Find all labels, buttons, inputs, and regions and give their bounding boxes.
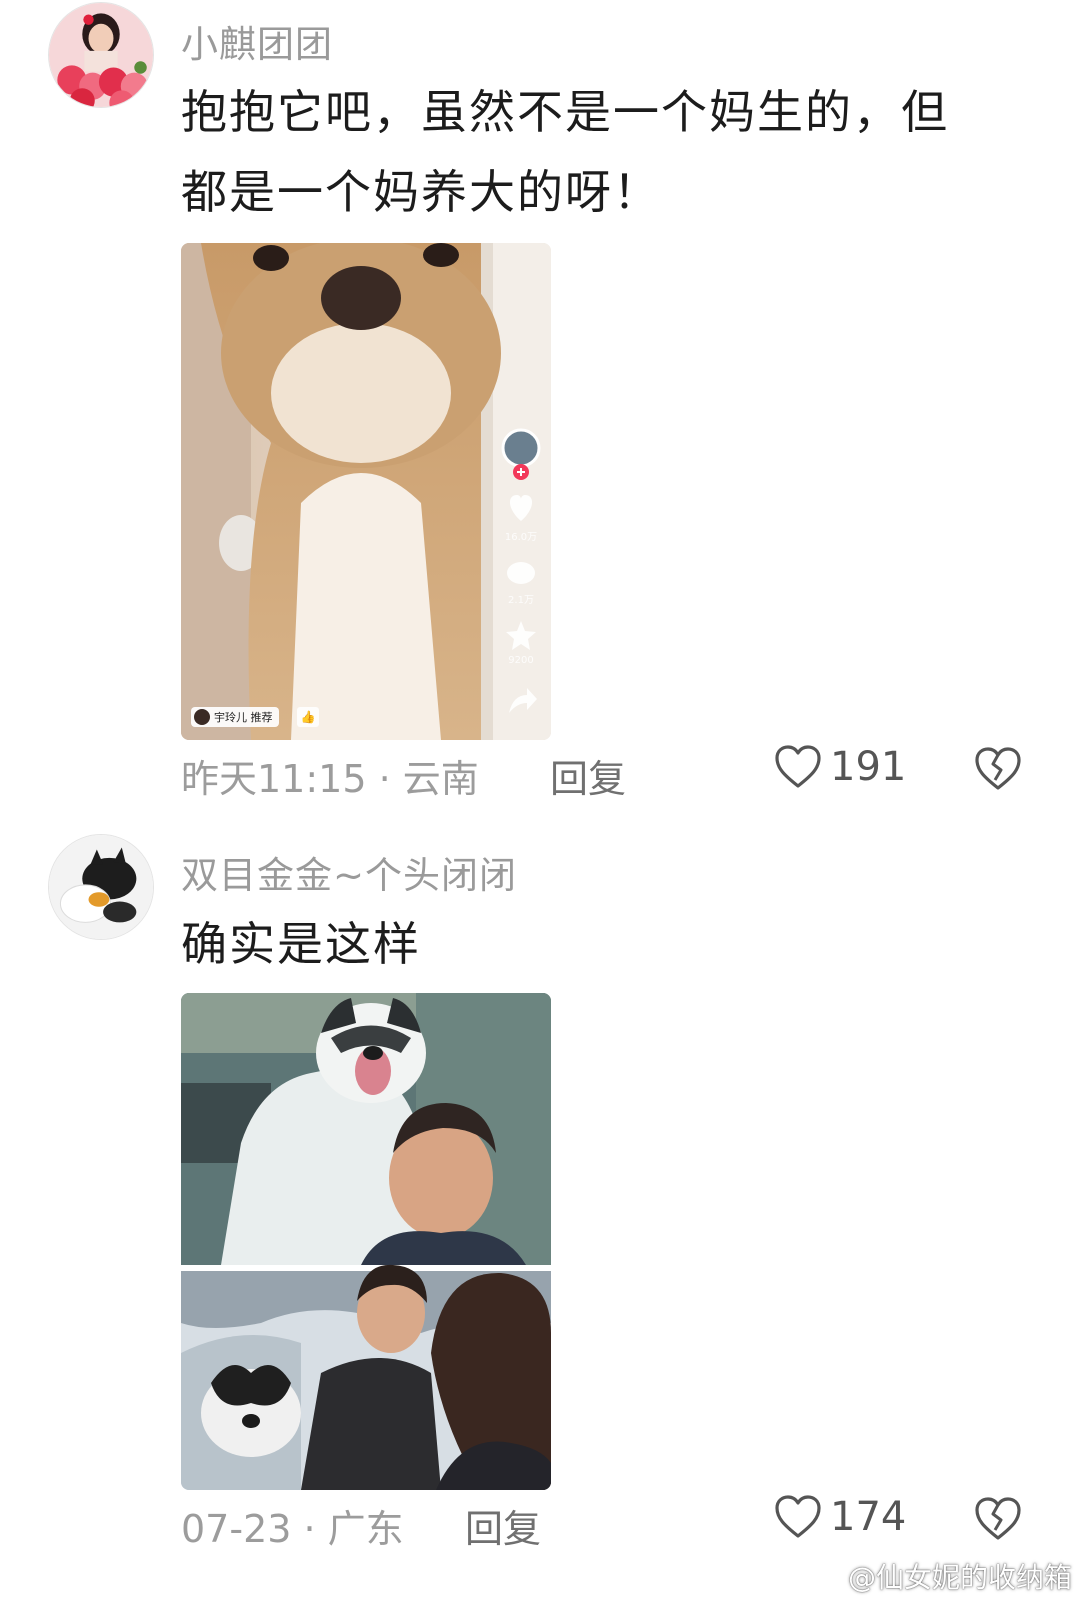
comment-text-1: 抱抱它吧，虽然不是一个妈生的，但 都是一个妈养大的呀！ — [181, 72, 1041, 232]
video-like-count: 16.0万 — [504, 532, 538, 543]
broken-heart-icon — [975, 747, 1021, 790]
heart-outline-icon — [775, 745, 821, 788]
dislike-button-comment-1[interactable] — [974, 746, 1022, 792]
comment-1-meta: 昨天11:15 · 云南 — [181, 748, 479, 803]
thumbs-up-icon: 👍 — [297, 707, 319, 727]
video-favorite-count: 9200 — [508, 655, 534, 666]
weibo-logo-icon — [808, 1564, 841, 1590]
meta-separator: · — [366, 757, 403, 801]
heart-outline-icon — [775, 1495, 821, 1538]
watermark: @仙女妮的收纳箱 — [808, 1556, 1072, 1596]
like-button-comment-2[interactable]: 174 — [774, 1494, 906, 1540]
recommend-label: 宇玲儿 推荐 — [214, 711, 273, 724]
reply-button-comment-2[interactable]: 回复 — [465, 1498, 541, 1553]
avatar-comment-2[interactable] — [48, 834, 154, 940]
like-count-comment-2: 174 — [830, 1494, 907, 1540]
avatar-image-woman-flowers — [49, 3, 153, 107]
username-comment-2[interactable]: 双目金金~个头闭闭 — [181, 845, 517, 899]
recommend-avatar-icon — [194, 709, 210, 725]
recommend-tag: 宇玲儿 推荐 — [191, 707, 279, 727]
comment-2-location: 广东 — [327, 1507, 404, 1551]
video-comment-count: 2.1万 — [508, 595, 534, 606]
comment-text-2: 确实是这样 — [181, 904, 1041, 984]
username-comment-1[interactable]: 小麒团团 — [181, 14, 333, 68]
reply-button-comment-1[interactable]: 回复 — [550, 748, 626, 803]
comment-2-image-collage[interactable] — [181, 993, 551, 1490]
comment-text-1-line-1: 抱抱它吧，虽然不是一个妈生的，但 — [181, 85, 949, 139]
comment-2-time: 07-23 — [181, 1507, 292, 1551]
avatar-comment-1[interactable] — [48, 2, 154, 108]
meta-separator: · — [291, 1507, 328, 1551]
broken-heart-icon — [975, 1497, 1021, 1540]
dislike-button-comment-2[interactable] — [974, 1496, 1022, 1542]
comment-text-1-line-2: 都是一个妈养大的呀！ — [181, 165, 661, 219]
like-button-comment-1[interactable]: 191 — [774, 744, 906, 790]
comment-1-location: 云南 — [402, 757, 479, 801]
like-count-comment-1: 191 — [830, 744, 907, 790]
husky-selfie-photos — [181, 993, 551, 1490]
watermark-text: @仙女妮的收纳箱 — [847, 1561, 1072, 1594]
comment-text-2-line-1: 确实是这样 — [181, 917, 421, 971]
comment-1-video-thumbnail[interactable]: 16.0万 2.1万 9200 宇玲儿 推荐 👍 — [181, 243, 551, 740]
comment-2-meta: 07-23 · 广东 — [181, 1498, 404, 1553]
comment-1-time: 昨天11:15 — [181, 757, 367, 801]
video-side-controls — [501, 428, 541, 713]
avatar-image-cats — [49, 835, 153, 939]
